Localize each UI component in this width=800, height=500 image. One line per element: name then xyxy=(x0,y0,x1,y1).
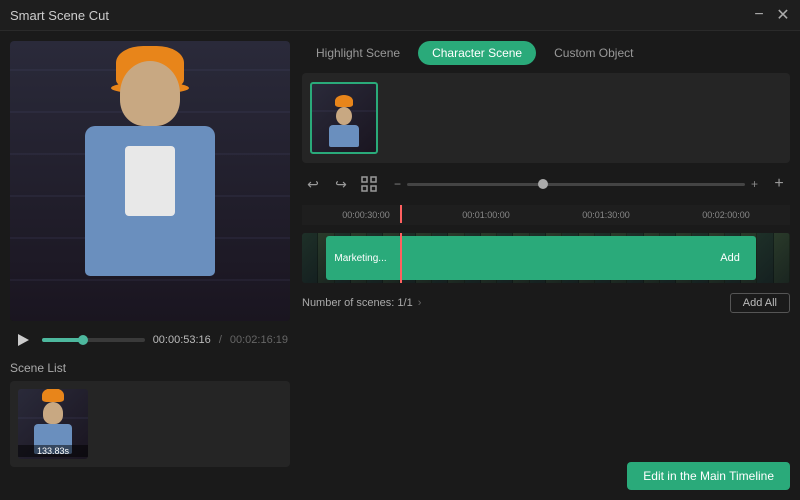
timeline-ruler[interactable]: 00:00:30:00 00:01:00:00 00:01:30:00 00:0… xyxy=(302,205,790,225)
tab-character[interactable]: Character Scene xyxy=(418,41,536,65)
timeline-info: Number of scenes: 1/1 › Add All xyxy=(302,291,790,315)
edit-button-container: Edit in the Main Timeline xyxy=(302,462,790,490)
edit-main-timeline-button[interactable]: Edit in the Main Timeline xyxy=(627,462,790,490)
ruler-label-3: 00:02:00:00 xyxy=(666,210,786,220)
scenes-count-value: 1/1 xyxy=(397,297,412,309)
mini-figure xyxy=(329,95,359,147)
zoom-slider[interactable] xyxy=(407,183,745,186)
film-frame xyxy=(757,233,773,283)
body xyxy=(85,126,215,276)
scene-preview-item[interactable] xyxy=(310,82,378,154)
video-frame xyxy=(10,41,290,321)
scene-preview-area xyxy=(302,73,790,163)
close-button[interactable]: ✕ xyxy=(776,8,790,22)
time-divider: / xyxy=(219,334,222,346)
scene-duration: 133.83s xyxy=(18,445,88,457)
title-bar: Smart Scene Cut − ✕ xyxy=(0,0,800,31)
scene-list-section: Scene List 133.83s xyxy=(10,361,290,467)
film-frame xyxy=(774,233,790,283)
video-preview xyxy=(10,41,290,321)
scenes-count: Number of scenes: 1/1 › xyxy=(302,297,421,309)
scenes-count-label: Number of scenes: xyxy=(302,297,394,309)
film-frame xyxy=(302,233,318,283)
tab-custom[interactable]: Custom Object xyxy=(540,41,647,65)
scenes-count-arrow: › xyxy=(418,297,422,309)
timeline-strip[interactable]: Marketing... Add xyxy=(302,233,790,283)
redo-button[interactable]: ↪ xyxy=(330,173,352,195)
total-time: 00:02:16:19 xyxy=(230,334,288,346)
mini-hat xyxy=(42,389,64,402)
tabs-container: Highlight Scene Character Scene Custom O… xyxy=(302,41,790,65)
head xyxy=(120,61,180,126)
timeline-strip-container: Marketing... Add xyxy=(302,233,790,283)
add-zoom-button[interactable]: + xyxy=(768,173,790,195)
progress-fill xyxy=(42,338,83,342)
zoom-in-icon: + xyxy=(751,177,758,191)
progress-bar[interactable] xyxy=(42,338,145,342)
main-content: 00:00:53:16 / 00:02:16:19 Scene List xyxy=(0,31,800,500)
add-all-button[interactable]: Add All xyxy=(730,293,790,313)
ruler-label-2: 00:01:30:00 xyxy=(546,210,666,220)
playback-controls: 00:00:53:16 / 00:02:16:19 xyxy=(10,329,290,351)
shirt xyxy=(125,146,175,216)
timeline-segment: Marketing... Add xyxy=(326,236,755,280)
tab-highlight[interactable]: Highlight Scene xyxy=(302,41,414,65)
window-controls: − ✕ xyxy=(752,8,790,22)
left-panel: 00:00:53:16 / 00:02:16:19 Scene List xyxy=(10,41,290,490)
zoom-controls: − + xyxy=(394,177,758,191)
play-button[interactable] xyxy=(12,329,34,351)
minimize-button[interactable]: − xyxy=(752,8,766,22)
current-time: 00:00:53:16 xyxy=(153,334,211,346)
strip-playhead xyxy=(400,233,402,283)
person-figure xyxy=(70,61,230,301)
scene-item[interactable]: 133.83s xyxy=(18,389,88,459)
app-title: Smart Scene Cut xyxy=(10,8,109,23)
segment-add-button[interactable]: Add xyxy=(712,249,748,267)
ruler-label-1: 00:01:00:00 xyxy=(426,210,546,220)
ruler-label-0: 00:00:30:00 xyxy=(306,210,426,220)
ruler-marks: 00:00:30:00 00:01:00:00 00:01:30:00 00:0… xyxy=(306,210,786,220)
zoom-out-icon: − xyxy=(394,177,401,191)
right-panel: Highlight Scene Character Scene Custom O… xyxy=(302,41,790,490)
scene-list-container: 133.83s xyxy=(10,381,290,467)
segment-label: Marketing... xyxy=(334,253,386,264)
fullscreen-button[interactable] xyxy=(358,173,380,195)
timeline-controls: ↩ ↪ − + + xyxy=(302,171,790,197)
progress-thumb xyxy=(78,335,88,345)
scene-list-label: Scene List xyxy=(10,361,290,375)
playhead[interactable] xyxy=(400,205,402,223)
undo-button[interactable]: ↩ xyxy=(302,173,324,195)
mini-head xyxy=(43,402,63,424)
